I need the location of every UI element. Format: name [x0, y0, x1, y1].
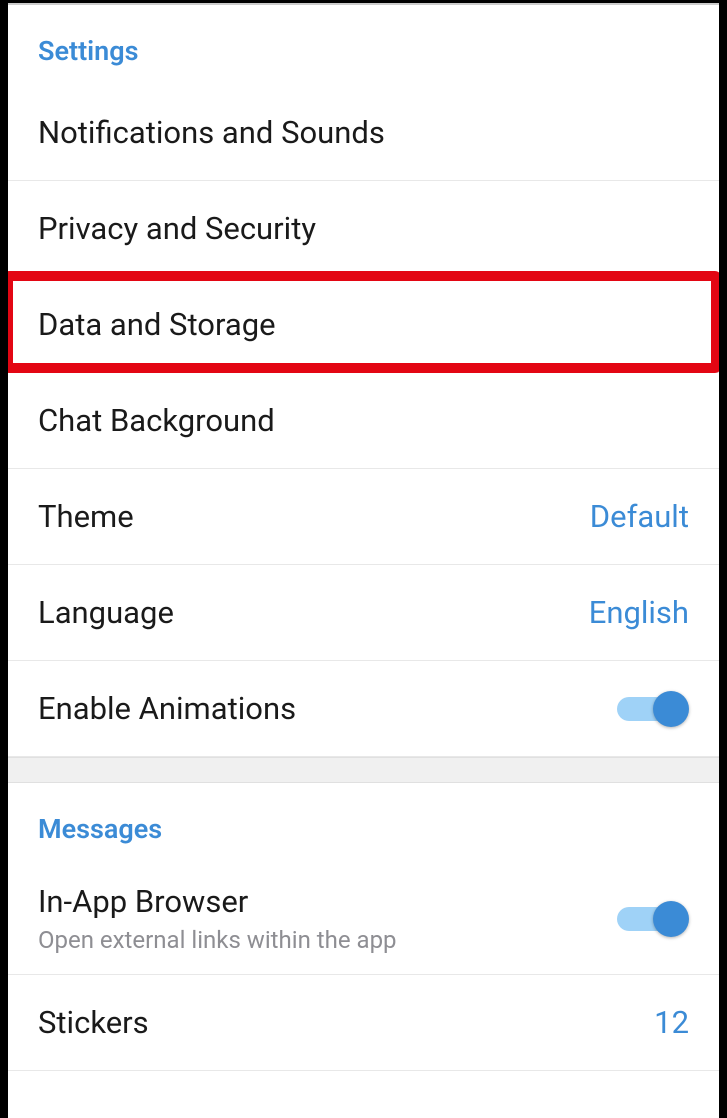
inapp-browser-toggle[interactable] — [617, 901, 689, 937]
section-divider — [8, 757, 719, 783]
settings-item-theme[interactable]: Theme Default — [8, 469, 719, 565]
row-label: Language — [38, 594, 174, 631]
settings-item-chat-background[interactable]: Chat Background — [8, 373, 719, 469]
row-label: Theme — [38, 498, 134, 535]
row-label: Data and Storage — [38, 306, 276, 343]
settings-item-privacy[interactable]: Privacy and Security — [8, 181, 719, 277]
settings-item-notifications[interactable]: Notifications and Sounds — [8, 85, 719, 181]
row-label: Enable Animations — [38, 690, 296, 727]
messages-item-inapp-browser[interactable]: In-App Browser Open external links withi… — [8, 863, 719, 975]
row-label: Notifications and Sounds — [38, 114, 385, 151]
row-subtext: Open external links within the app — [38, 926, 397, 954]
settings-item-language[interactable]: Language English — [8, 565, 719, 661]
messages-section-header: Messages — [8, 783, 719, 863]
row-label: In-App Browser — [38, 883, 397, 920]
settings-section-header: Settings — [8, 5, 719, 85]
row-label: Stickers — [38, 1004, 149, 1041]
row-value: English — [589, 594, 689, 631]
messages-item-stickers[interactable]: Stickers 12 — [8, 975, 719, 1071]
settings-item-data-storage[interactable]: Data and Storage — [8, 277, 719, 373]
row-value: Default — [590, 498, 689, 535]
row-label: Privacy and Security — [38, 210, 316, 247]
row-value: 12 — [654, 1004, 689, 1041]
settings-item-enable-animations[interactable]: Enable Animations — [8, 661, 719, 757]
enable-animations-toggle[interactable] — [617, 691, 689, 727]
row-label: Chat Background — [38, 402, 275, 439]
